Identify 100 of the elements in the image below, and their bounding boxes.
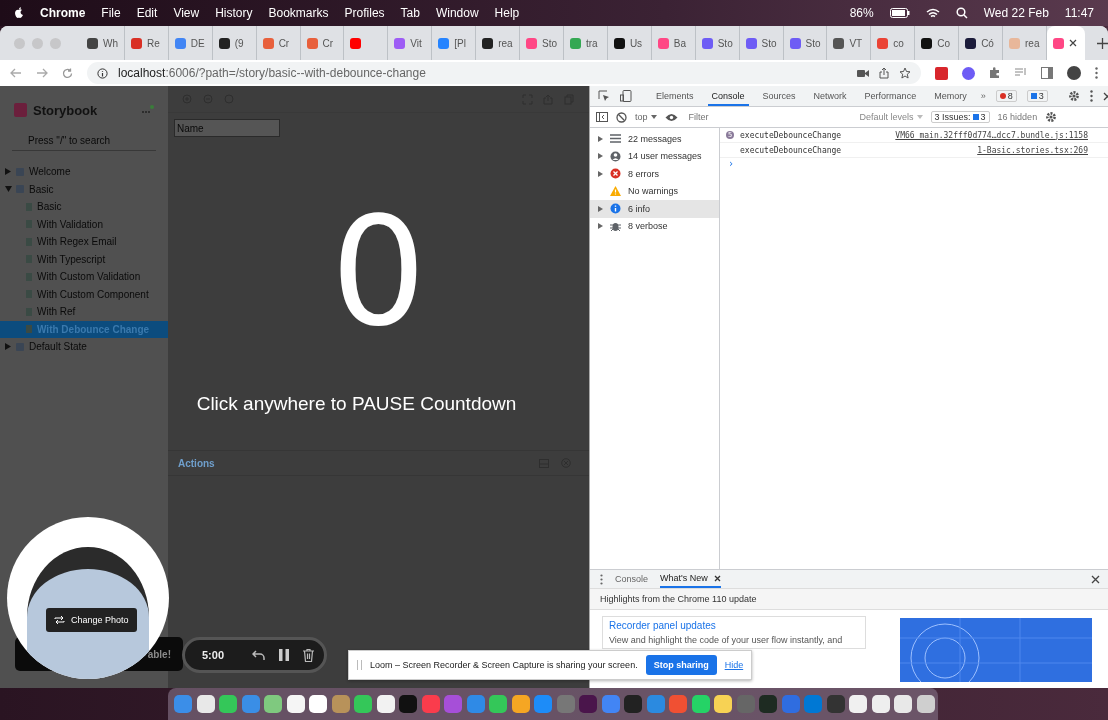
whats-new-heading: Highlights from the Chrome 110 update <box>590 588 1108 610</box>
app-icon[interactable] <box>714 695 732 713</box>
share-icon[interactable] <box>879 67 889 79</box>
search-icon[interactable] <box>955 7 968 19</box>
expand-icon[interactable] <box>598 153 603 160</box>
pause-icon[interactable] <box>279 649 290 661</box>
new-tab-icon[interactable] <box>1097 37 1108 49</box>
side-panel-icon[interactable] <box>1041 67 1053 79</box>
battery-percentage: 86% <box>849 6 874 20</box>
message-filter-item[interactable]: 6 info <box>590 200 719 218</box>
story-canvas[interactable]: Name 0 Click anywhere to PAUSE Countdown <box>168 113 589 450</box>
app-icon[interactable] <box>354 695 372 713</box>
more-tabs[interactable]: » <box>980 91 986 101</box>
app-icon[interactable] <box>376 695 395 713</box>
wifi-icon[interactable] <box>925 7 940 19</box>
drawer-tab[interactable]: Console <box>615 570 649 588</box>
menu-item[interactable]: Tab <box>400 6 420 20</box>
devtools-tab[interactable]: Network <box>809 86 851 106</box>
menu-item[interactable]: History <box>215 6 253 20</box>
feature-card[interactable]: Recorder panel updates View and highlight the code of your user flow instantly, and <box>602 616 866 649</box>
inspect-icon[interactable] <box>598 90 610 102</box>
battery-icon[interactable] <box>889 8 910 18</box>
back-icon[interactable] <box>10 68 22 78</box>
log-levels-dropdown[interactable]: Default levels <box>859 112 923 122</box>
app-icon[interactable] <box>219 695 237 713</box>
clear-console-icon[interactable] <box>616 111 627 123</box>
name-field[interactable]: Name <box>174 119 280 137</box>
app-icon[interactable] <box>691 695 710 713</box>
error-count[interactable]: 8 <box>995 90 1017 102</box>
issues-button[interactable]: 3 Issues: 3 <box>930 111 990 123</box>
devtools-tab[interactable]: Sources <box>758 86 800 106</box>
extension-icon[interactable] <box>935 66 948 80</box>
app-icon[interactable] <box>286 695 305 713</box>
message-filter-item[interactable]: 8 errors <box>590 165 719 183</box>
apple-icon[interactable] <box>14 7 24 19</box>
change-photo-button[interactable]: Change Photo <box>46 608 137 632</box>
log-message: executeDebounceChange <box>740 130 842 140</box>
menu-item[interactable]: Window <box>435 6 479 20</box>
devtools-tab[interactable]: Performance <box>860 86 921 106</box>
undo-icon[interactable] <box>252 650 266 660</box>
app-icon[interactable] <box>489 695 507 713</box>
settings-icon[interactable] <box>1045 111 1058 123</box>
menu-item[interactable]: View <box>173 6 200 20</box>
devtools-tab[interactable]: Console <box>707 86 749 106</box>
extension-icon[interactable] <box>962 66 975 80</box>
menu-item[interactable]: Bookmarks <box>268 6 329 20</box>
message-filter-item[interactable]: 8 verbose <box>590 217 719 235</box>
info-icon[interactable] <box>97 67 108 79</box>
menu-item[interactable]: Profiles <box>344 6 385 20</box>
camera-icon[interactable] <box>857 68 869 78</box>
menu-bar-date[interactable]: Wed 22 Feb <box>983 6 1049 20</box>
app-icon[interactable] <box>511 695 530 713</box>
more-icon[interactable] <box>140 105 154 115</box>
message-count[interactable]: 3 <box>1026 90 1048 102</box>
hide-link[interactable]: Hide <box>724 660 744 670</box>
message-filter-item[interactable]: 14 user messages <box>590 147 719 165</box>
eye-icon[interactable] <box>664 112 678 122</box>
stop-sharing-button[interactable]: Stop sharing <box>645 655 717 675</box>
context-selector[interactable]: top <box>635 112 657 122</box>
profile-avatar[interactable] <box>1067 66 1081 80</box>
hidden-count: 16 hidden <box>997 112 1038 122</box>
address-bar[interactable]: localhost:6006/?path=/story/basic--with-debounce-change <box>87 62 921 84</box>
expand-icon[interactable] <box>598 205 603 212</box>
expand-icon[interactable] <box>598 170 603 177</box>
menu-item[interactable]: File <box>101 6 121 20</box>
puzzle-icon[interactable] <box>989 67 1001 79</box>
app-icon[interactable] <box>309 695 327 713</box>
console-prompt[interactable]: › <box>720 158 1108 169</box>
source-link[interactable]: VM66 main.32fff0d774…dcc7.bundle.js:1158 <box>895 130 1088 140</box>
device-toolbar-icon[interactable] <box>620 90 632 102</box>
message-filter-item[interactable]: 22 messages <box>590 130 719 148</box>
app-icon[interactable] <box>196 695 215 713</box>
drag-handle[interactable] <box>357 660 362 670</box>
trash-icon[interactable] <box>303 648 315 662</box>
reload-icon[interactable] <box>62 67 73 79</box>
app-icon[interactable] <box>849 695 867 713</box>
devtools-tab[interactable]: Memory <box>930 86 971 106</box>
message-filter-item[interactable]: No warnings <box>590 182 719 200</box>
sidebar-toggle-icon[interactable] <box>596 112 608 122</box>
expand-icon[interactable] <box>598 223 603 230</box>
kebab-menu-icon[interactable] <box>600 573 603 585</box>
app-menu[interactable]: Chrome <box>40 6 86 20</box>
search-field[interactable]: Press "/" to search <box>12 130 156 151</box>
forward-icon[interactable] <box>36 68 48 78</box>
menu-item[interactable]: Help <box>494 6 520 20</box>
app-icon[interactable] <box>916 695 935 713</box>
pause-instruction: Click anywhere to PAUSE Countdown <box>196 393 517 415</box>
menu-bar-time[interactable]: 11:47 <box>1064 6 1094 20</box>
devtools-tab[interactable]: Elements <box>652 86 698 106</box>
app-icon[interactable] <box>894 695 912 713</box>
expand-icon[interactable] <box>598 135 603 142</box>
settings-icon[interactable] <box>1067 90 1080 102</box>
kebab-menu-icon[interactable] <box>1095 67 1098 79</box>
actions-tab[interactable]: Actions <box>178 453 215 473</box>
app-icon[interactable] <box>264 695 282 713</box>
star-icon[interactable] <box>899 67 911 79</box>
menu-item[interactable]: Edit <box>136 6 158 20</box>
kebab-menu-icon[interactable] <box>1089 90 1093 102</box>
source-link[interactable]: 1-Basic.stories.tsx:269 <box>977 145 1088 155</box>
app-icon[interactable] <box>871 695 890 713</box>
